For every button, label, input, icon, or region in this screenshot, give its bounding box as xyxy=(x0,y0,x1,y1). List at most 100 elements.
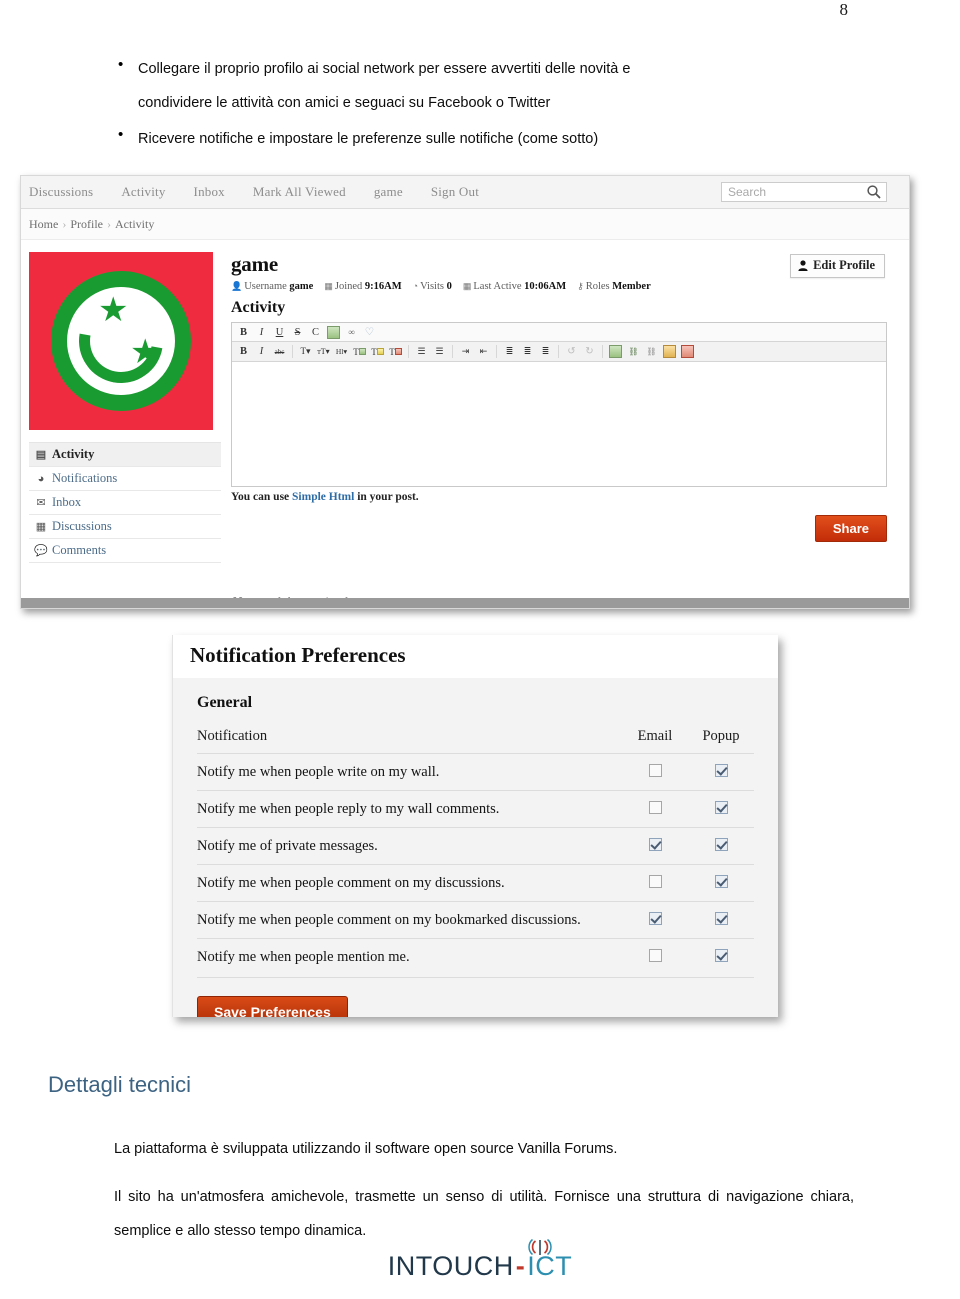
outdent-icon[interactable]: ⇤ xyxy=(475,344,492,359)
anchor-icon[interactable] xyxy=(661,344,678,359)
bullet-glyph: • xyxy=(118,126,124,143)
link-icon[interactable]: ∞ xyxy=(343,325,360,340)
undo-icon[interactable]: ↺ xyxy=(563,344,580,359)
sidebar-item-inbox[interactable]: ✉ Inbox xyxy=(29,491,221,515)
meta-last-active: ▦ Last Active 10:06AM xyxy=(462,281,567,292)
indent-icon[interactable]: ⇥ xyxy=(457,344,474,359)
sidebar-item-comments[interactable]: 💬 Comments xyxy=(29,539,221,563)
popup-checkbox-cell[interactable] xyxy=(688,864,754,902)
align-right-icon[interactable]: ≣ xyxy=(537,344,554,359)
nav-sign-out[interactable]: Sign Out xyxy=(431,184,479,200)
email-checkbox-cell[interactable] xyxy=(622,753,688,791)
user-avatar[interactable]: ★ ★ xyxy=(29,252,213,430)
source-code-icon[interactable] xyxy=(679,344,696,359)
post-editor[interactable]: B I U S C ∞ ♡ B I abc T▾ тT▾ Hl▾ T T T ☰… xyxy=(231,322,887,487)
italic-icon[interactable]: I xyxy=(253,344,270,359)
simple-html-link[interactable]: Simple Html xyxy=(292,491,354,503)
strikethrough-icon[interactable]: abc xyxy=(271,344,288,359)
email-checkbox[interactable] xyxy=(648,949,662,962)
email-checkbox[interactable] xyxy=(648,875,662,888)
font-family-icon[interactable]: T▾ xyxy=(297,344,314,359)
strikethrough-icon[interactable]: S xyxy=(289,325,306,340)
heading-icon[interactable]: Hl▾ xyxy=(333,344,350,359)
popup-checkbox-cell[interactable] xyxy=(688,790,754,828)
sidebar-item-label: Inbox xyxy=(52,495,82,509)
edit-profile-button[interactable]: Edit Profile xyxy=(790,254,885,278)
align-center-icon[interactable]: ≣ xyxy=(519,344,536,359)
numbered-list-icon[interactable]: ☰ xyxy=(431,344,448,359)
nav-mark-all-viewed[interactable]: Mark All Viewed xyxy=(253,184,346,200)
insert-link-icon[interactable]: ⛓ xyxy=(625,344,642,359)
envelope-icon: ✉ xyxy=(36,497,46,509)
email-checkbox[interactable] xyxy=(648,912,662,925)
share-row: Share xyxy=(231,515,887,542)
bold-icon[interactable]: B xyxy=(235,325,252,340)
email-checkbox-cell[interactable] xyxy=(622,864,688,902)
email-checkbox-cell[interactable] xyxy=(622,790,688,828)
popup-checkbox[interactable] xyxy=(714,875,728,888)
column-header-popup: Popup xyxy=(702,728,740,744)
align-left-icon[interactable]: ≣ xyxy=(501,344,518,359)
sidebar-item-notifications[interactable]: ◕ Notifications xyxy=(29,467,221,491)
nav-username[interactable]: game xyxy=(374,184,403,200)
nav-discussions[interactable]: Discussions xyxy=(29,184,93,200)
underline-icon[interactable]: U xyxy=(271,325,288,340)
email-checkbox[interactable] xyxy=(648,801,662,814)
breadcrumb: Home › Profile › Activity xyxy=(21,209,909,240)
search-input[interactable]: Search xyxy=(722,185,766,199)
post-body-input[interactable] xyxy=(232,362,886,486)
share-button[interactable]: Share xyxy=(814,515,887,542)
highlight-color-icon[interactable]: T xyxy=(369,344,386,359)
breadcrumb-home[interactable]: Home xyxy=(29,217,58,232)
breadcrumb-profile[interactable]: Profile xyxy=(70,217,103,232)
email-checkbox-cell[interactable] xyxy=(622,938,688,975)
email-checkbox[interactable] xyxy=(648,764,662,777)
bold-icon[interactable]: B xyxy=(235,344,252,359)
bullet-glyph: • xyxy=(118,56,124,73)
popup-checkbox-cell[interactable] xyxy=(688,938,754,975)
table-row: Notify me when people write on my wall. xyxy=(197,753,754,791)
quote-icon[interactable]: ♡ xyxy=(361,325,378,340)
paragraph-1: La piattaforma è sviluppata utilizzando … xyxy=(114,1141,618,1157)
font-size-icon[interactable]: тT▾ xyxy=(315,344,332,359)
insert-image-icon[interactable] xyxy=(607,344,624,359)
search-icon[interactable] xyxy=(866,184,882,200)
email-checkbox-cell[interactable] xyxy=(622,901,688,939)
popup-checkbox[interactable] xyxy=(714,801,728,814)
popup-checkbox-cell[interactable] xyxy=(688,827,754,865)
bullet-list-icon[interactable]: ☰ xyxy=(413,344,430,359)
italic-icon[interactable]: I xyxy=(253,325,270,340)
nav-inbox[interactable]: Inbox xyxy=(194,184,225,200)
clear-formatting-icon[interactable]: T xyxy=(387,344,404,359)
sidebar-item-activity[interactable]: ▤ Activity xyxy=(29,443,221,467)
nav-activity[interactable]: Activity xyxy=(121,184,165,200)
comment-icon: 💬 xyxy=(34,545,48,557)
popup-checkbox-cell[interactable] xyxy=(688,901,754,939)
text-color-icon[interactable]: T xyxy=(351,344,368,359)
unlink-icon[interactable]: ⛓ xyxy=(643,344,660,359)
email-checkbox-cell[interactable] xyxy=(622,827,688,865)
popup-checkbox[interactable] xyxy=(714,949,728,962)
sidebar-item-discussions[interactable]: ▦ Discussions xyxy=(29,515,221,539)
code-icon[interactable]: C xyxy=(307,325,324,340)
save-preferences-button[interactable]: Save Preferences xyxy=(197,996,348,1017)
breadcrumb-separator: › xyxy=(107,216,111,231)
activity-icon: ▤ xyxy=(35,449,47,461)
popup-checkbox[interactable] xyxy=(714,912,728,925)
breadcrumb-activity: Activity xyxy=(115,216,155,231)
forum-navbar: Discussions Activity Inbox Mark All View… xyxy=(21,176,909,209)
paragraph-2: Il sito ha un'atmosfera amichevole, tras… xyxy=(114,1189,854,1239)
activity-section-title: Activity xyxy=(231,299,286,316)
popup-checkbox[interactable] xyxy=(714,764,728,777)
redo-icon[interactable]: ↻ xyxy=(581,344,598,359)
search-box[interactable]: Search xyxy=(721,182,887,202)
popup-checkbox[interactable] xyxy=(714,838,728,851)
email-checkbox[interactable] xyxy=(648,838,662,851)
image-icon[interactable] xyxy=(325,325,342,340)
popup-checkbox-cell[interactable] xyxy=(688,753,754,791)
bullet-text-2: Ricevere notifiche e impostare le prefer… xyxy=(138,131,599,147)
table-row: Notify me when people comment on my book… xyxy=(197,901,754,939)
meta-joined: ▦ Joined 9:16AM xyxy=(324,281,402,292)
hint-suffix: in your post. xyxy=(354,491,419,503)
forum-screenshot: Discussions Activity Inbox Mark All View… xyxy=(20,175,910,609)
